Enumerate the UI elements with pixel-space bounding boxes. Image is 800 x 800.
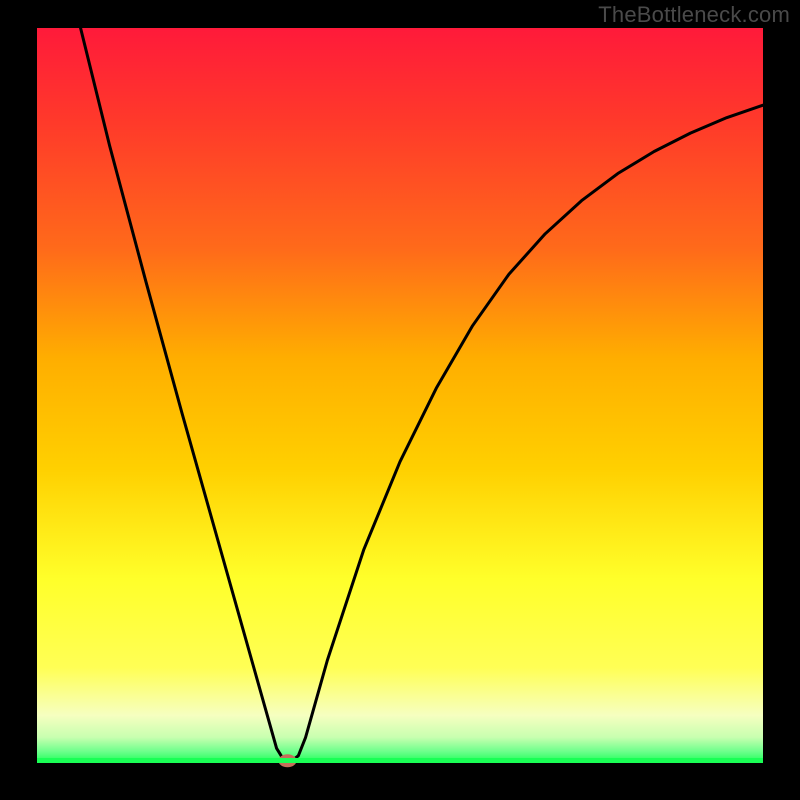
- bottleneck-chart: [0, 0, 800, 800]
- chart-frame: TheBottleneck.com: [0, 0, 800, 800]
- baseline-strip: [37, 758, 763, 763]
- plot-background: [37, 28, 763, 763]
